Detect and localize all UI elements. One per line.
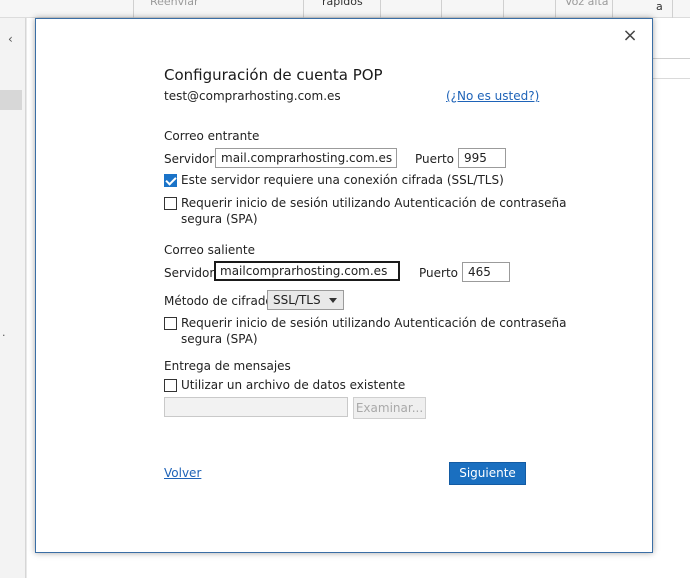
incoming-spa-label-line1: Requerir inicio de sesión utilizando Aut…: [181, 196, 567, 210]
outgoing-spa-checkbox[interactable]: [164, 317, 177, 330]
ribbon-reenviar-label: Reenviar: [150, 0, 199, 8]
ribbon-separator: [672, 0, 673, 18]
outgoing-spa-label-line2: segura (SPA): [181, 332, 258, 346]
encryption-method-value: SSL/TLS: [273, 293, 321, 307]
browse-button[interactable]: Examinar...: [353, 397, 426, 419]
existing-data-file-label: Utilizar un archivo de datos existente: [181, 378, 406, 392]
incoming-spa-label-line2: segura (SPA): [181, 212, 258, 226]
incoming-port-label: Puerto: [415, 152, 454, 166]
incoming-mail-heading: Correo entrante: [164, 129, 260, 143]
account-email: test@comprarhosting.com.es: [164, 89, 341, 103]
ribbon-voz-alta-label: Voz alta: [565, 0, 609, 8]
incoming-spa-checkbox[interactable]: [164, 197, 177, 210]
incoming-ssl-checkbox[interactable]: [164, 174, 177, 187]
ribbon-separator: [380, 0, 381, 18]
ribbon-separator: [555, 0, 556, 18]
ribbon-separator: [133, 0, 134, 18]
outgoing-port-label: Puerto: [419, 266, 458, 280]
incoming-server-input[interactable]: mail.comprarhosting.com.es: [215, 148, 397, 168]
ribbon-separator: [612, 0, 613, 18]
incoming-ssl-label: Este servidor requiere una conexión cifr…: [181, 173, 504, 187]
background-ribbon: Reenviar rápidos Voz alta a: [0, 0, 690, 18]
ribbon-edge-label: a: [656, 0, 663, 13]
ribbon-separator: [441, 0, 442, 18]
outgoing-server-label: Servidor: [164, 266, 215, 280]
outgoing-server-input[interactable]: mailcomprarhosting.com.es: [214, 261, 400, 281]
dialog-title: Configuración de cuenta POP: [164, 66, 383, 84]
ribbon-separator: [503, 0, 504, 18]
selected-folder-highlight: [0, 90, 22, 110]
encryption-method-select[interactable]: SSL/TLS: [267, 290, 344, 310]
outgoing-port-input[interactable]: 465: [462, 262, 510, 282]
existing-data-file-checkbox[interactable]: [164, 379, 177, 392]
collapse-arrow-icon[interactable]: ‹: [8, 32, 13, 46]
pop-account-settings-dialog: × Configuración de cuenta POP test@compr…: [35, 18, 653, 553]
incoming-port-input[interactable]: 995: [458, 148, 506, 168]
not-you-link[interactable]: (¿No es usted?): [446, 89, 539, 103]
outgoing-mail-heading: Correo saliente: [164, 243, 256, 257]
pane-dot: .: [2, 326, 6, 339]
close-icon[interactable]: ×: [619, 25, 641, 47]
incoming-server-label: Servidor: [164, 152, 215, 166]
ribbon-separator: [303, 0, 304, 18]
encryption-method-label: Método de cifrado: [164, 294, 273, 308]
data-file-path-input[interactable]: [164, 397, 348, 417]
message-delivery-heading: Entrega de mensajes: [164, 359, 291, 373]
background-folder-pane: ‹ .: [0, 18, 26, 578]
back-link[interactable]: Volver: [164, 466, 201, 480]
background-divider: [652, 78, 690, 79]
background-divider: [652, 58, 690, 59]
chevron-down-icon: [329, 298, 337, 303]
next-button[interactable]: Siguiente: [449, 462, 526, 485]
outgoing-spa-label-line1: Requerir inicio de sesión utilizando Aut…: [181, 316, 567, 330]
ribbon-rapidos-label: rápidos: [322, 0, 363, 8]
